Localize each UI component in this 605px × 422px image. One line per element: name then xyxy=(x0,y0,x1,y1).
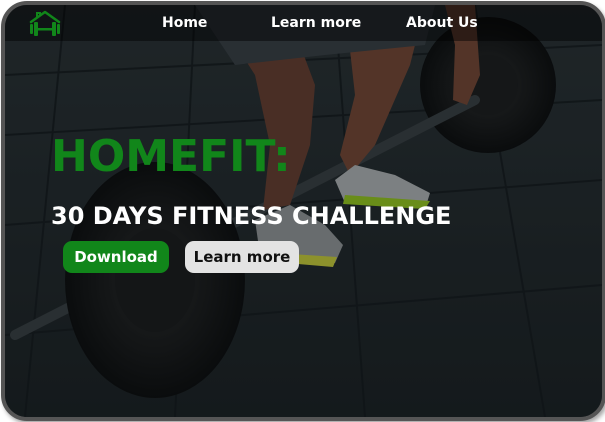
download-button[interactable]: Download xyxy=(63,241,169,273)
app-window: Home Learn more About Us HOMEFIT: 30 DAY… xyxy=(1,1,605,421)
learn-more-button[interactable]: Learn more xyxy=(185,241,299,273)
nav-link-home[interactable]: Home xyxy=(162,15,207,31)
dumbbell-house-icon[interactable] xyxy=(27,9,63,37)
hero-title: HOMEFIT: xyxy=(51,131,291,182)
hero-subtitle: 30 DAYS FITNESS CHALLENGE xyxy=(51,202,452,230)
nav-link-learn-more[interactable]: Learn more xyxy=(271,15,361,31)
nav-link-about-us[interactable]: About Us xyxy=(406,15,478,31)
top-navigation-bar: Home Learn more About Us xyxy=(5,5,602,41)
